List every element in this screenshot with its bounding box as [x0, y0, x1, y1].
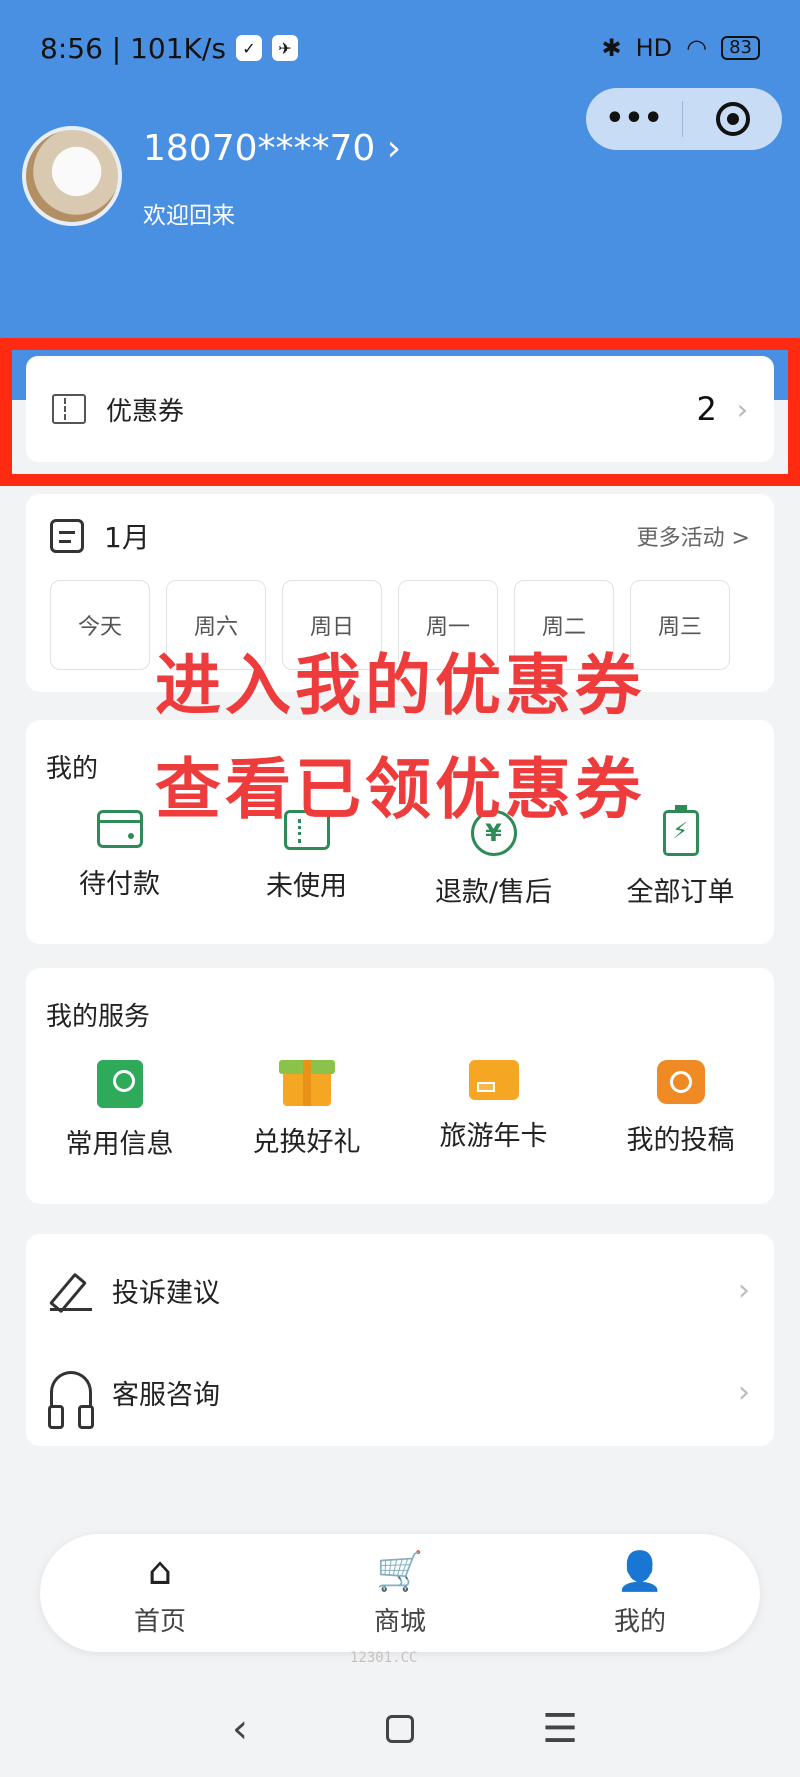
service-redeem-gift[interactable]: 兑换好礼	[222, 1060, 392, 1161]
calendar-month: 1月	[104, 521, 150, 554]
camera-icon	[656, 1060, 705, 1104]
coupon-count: 2	[696, 390, 717, 428]
gift-icon	[278, 1060, 335, 1106]
tab-label: 商城	[373, 1606, 426, 1637]
contact-book-icon	[96, 1060, 143, 1108]
target-icon	[715, 102, 750, 136]
status-bar: 8:56 | 101K/s ✓ ✈ ✱ HD ◠ 83	[40, 28, 760, 68]
service-frequent-info[interactable]: 常用信息	[35, 1060, 205, 1161]
person-icon: 👤	[616, 1548, 664, 1593]
cart-icon: 🛒	[376, 1548, 424, 1593]
order-label: 全部订单	[626, 877, 735, 908]
order-label: 待付款	[79, 869, 160, 900]
customer-service-row[interactable]: 客服咨询 ›	[48, 1352, 750, 1432]
system-nav-bar: ‹ ☰	[0, 1680, 800, 1777]
service-my-submissions[interactable]: 我的投稿	[596, 1060, 766, 1161]
more-button[interactable]: •••	[586, 88, 682, 150]
app-notification-icon: ✓	[235, 35, 262, 61]
recents-button[interactable]: ☰	[530, 1706, 590, 1752]
calendar-icon	[50, 519, 84, 553]
tab-mine[interactable]: 👤 我的	[560, 1549, 720, 1638]
tab-mall[interactable]: 🛒 商城	[320, 1549, 480, 1638]
support-menu-card: 投诉建议 › 客服咨询 ›	[26, 1234, 774, 1446]
service-annual-pass[interactable]: 旅游年卡	[409, 1060, 579, 1161]
close-miniapp-button[interactable]	[683, 102, 782, 136]
complaint-suggestion-row[interactable]: 投诉建议 ›	[50, 1250, 750, 1330]
service-label: 我的投稿	[626, 1125, 735, 1156]
house-icon: ⌂	[147, 1548, 173, 1593]
service-label: 兑换好礼	[252, 1127, 361, 1158]
watermark: 12301.CC	[350, 1650, 418, 1666]
square-icon	[386, 1714, 414, 1743]
back-button[interactable]: ‹	[210, 1706, 270, 1752]
signal-icon: HD	[635, 34, 673, 62]
service-label: 旅游年卡	[439, 1121, 548, 1152]
pen-icon	[50, 1269, 92, 1311]
status-time: 8:56 | 101K/s	[40, 31, 226, 65]
bottom-tab-bar: ⌂ 首页 🛒 商城 👤 我的	[40, 1534, 760, 1652]
annotation-line-1: 进入我的优惠券	[155, 647, 645, 724]
annotation-line-2: 查看已领优惠券	[155, 751, 645, 828]
welcome-text: 欢迎回来	[143, 203, 235, 229]
tab-label: 我的	[613, 1606, 666, 1637]
wifi-icon: ◠	[686, 34, 708, 62]
my-services-card: 我的服务 常用信息 兑换好礼 旅游年卡 我的投稿	[26, 968, 774, 1204]
coupon-icon	[52, 394, 86, 424]
avatar[interactable]	[22, 126, 122, 226]
coupon-label: 优惠券	[106, 396, 185, 427]
more-activities-link[interactable]: 更多活动 >	[637, 520, 750, 552]
bluetooth-icon: ✱	[601, 34, 622, 62]
menu-label: 客服咨询	[112, 1379, 220, 1411]
coupon-entry[interactable]: 优惠券 2 ›	[26, 356, 774, 462]
menu-label: 投诉建议	[112, 1277, 220, 1309]
order-label: 退款/售后	[434, 877, 553, 908]
chevron-right-icon: ›	[738, 1272, 750, 1308]
order-label: 未使用	[266, 871, 347, 902]
card-icon	[468, 1060, 519, 1100]
tab-label: 首页	[133, 1606, 186, 1637]
services-title: 我的服务	[46, 1002, 151, 1032]
user-phone-link[interactable]: 18070****70 ›	[143, 128, 401, 169]
telegram-notification-icon: ✈	[271, 35, 298, 61]
headset-icon	[48, 1371, 94, 1429]
battery-icon: 83	[721, 36, 760, 60]
chevron-right-icon: ›	[738, 1374, 750, 1410]
miniapp-capsule: •••	[586, 88, 782, 150]
service-label: 常用信息	[65, 1129, 174, 1160]
tab-home[interactable]: ⌂ 首页	[80, 1549, 240, 1638]
chevron-right-icon: ›	[736, 392, 748, 426]
home-button[interactable]	[370, 1714, 430, 1743]
